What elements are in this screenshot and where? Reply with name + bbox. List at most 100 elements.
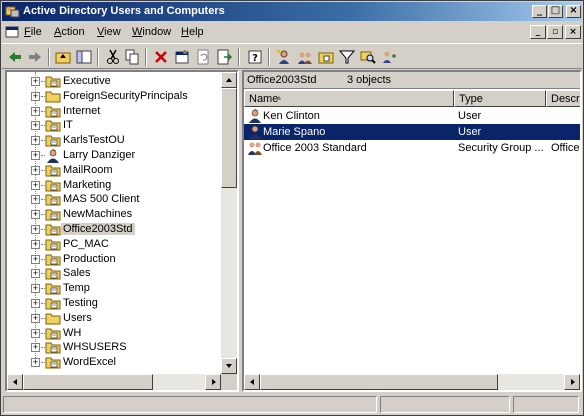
expand-plus-icon[interactable]: + — [31, 313, 40, 323]
tree-item[interactable]: + PC_MAC — [7, 237, 221, 252]
tree-item-label: Marketing — [63, 178, 112, 191]
tree-item-label: Executive — [63, 75, 111, 87]
tree-hscroll-thumb[interactable] — [23, 374, 153, 390]
new-ou-icon[interactable] — [317, 48, 335, 66]
back-icon[interactable] — [6, 48, 24, 66]
menu-file[interactable]: File — [24, 26, 42, 38]
child-close-button[interactable]: × — [565, 25, 581, 39]
tree-item[interactable]: + Office2003Std — [7, 222, 221, 237]
tree-vertical-scrollbar[interactable] — [221, 72, 237, 374]
up-folder-icon[interactable] — [54, 48, 72, 66]
expand-plus-icon[interactable]: + — [31, 106, 40, 116]
delete-icon[interactable] — [152, 48, 170, 66]
tree-item[interactable]: + MailRoom — [7, 163, 221, 178]
column-header-type[interactable]: Type — [454, 90, 546, 107]
add-to-group-icon[interactable] — [380, 48, 398, 66]
tree-item[interactable]: + IT — [7, 118, 221, 133]
expand-plus-icon[interactable]: + — [31, 165, 40, 175]
child-minimize-button[interactable]: _ — [530, 25, 546, 39]
expand-plus-icon[interactable]: + — [31, 239, 40, 249]
tree-item-label: WordExcel — [63, 356, 116, 369]
tree-item[interactable]: + Users — [7, 311, 221, 326]
tree-item-label: WHSUSERS — [63, 341, 127, 354]
tree-item[interactable]: + WH — [7, 326, 221, 341]
expand-plus-icon[interactable]: + — [31, 254, 40, 264]
refresh-icon[interactable] — [194, 48, 212, 66]
expand-plus-icon[interactable]: + — [31, 343, 40, 353]
app-window: Active Directory Users and Computers _ □… — [0, 0, 584, 416]
scroll-up-arrow-icon[interactable] — [221, 72, 237, 88]
tree-item[interactable]: + Internet — [7, 104, 221, 119]
scroll-left-arrow-icon[interactable] — [244, 374, 260, 390]
child-restore-button[interactable]: ▫ — [547, 25, 563, 39]
forward-icon[interactable] — [26, 48, 44, 66]
expand-plus-icon[interactable]: + — [31, 195, 40, 205]
maximize-button[interactable]: □ — [548, 5, 563, 18]
tree-pane[interactable]: + Executive + ForeignSecurityPrincipals + Int… — [5, 70, 239, 392]
copy-icon[interactable] — [123, 48, 141, 66]
expand-plus-icon[interactable]: + — [31, 225, 40, 234]
expand-plus-icon[interactable]: + — [31, 151, 40, 160]
filter-icon[interactable] — [338, 48, 356, 66]
expand-plus-icon[interactable]: + — [31, 299, 40, 308]
tree-item[interactable]: + WordExcel — [7, 355, 221, 370]
export-list-icon[interactable] — [215, 48, 233, 66]
tree-item[interactable]: + MAS 500 Client — [7, 192, 221, 207]
expand-plus-icon[interactable]: + — [31, 269, 40, 279]
expand-plus-icon[interactable]: + — [31, 180, 40, 190]
list-item[interactable]: Office 2003 Standard Security Group ... Of… — [244, 140, 580, 156]
menu-action[interactable]: Action — [54, 26, 85, 38]
tree-item-label: MAS 500 Client — [63, 193, 140, 206]
show-tree-icon[interactable] — [75, 48, 93, 66]
expand-plus-icon[interactable]: + — [31, 121, 40, 131]
scroll-right-arrow-icon[interactable] — [564, 374, 580, 390]
details-hscroll-thumb[interactable] — [260, 374, 498, 390]
tree-item[interactable]: + KarlsTestOU — [7, 133, 221, 148]
expand-plus-icon[interactable]: + — [31, 328, 40, 338]
tree-item[interactable]: + ForeignSecurityPrincipals — [7, 89, 221, 104]
scroll-down-arrow-icon[interactable] — [221, 358, 237, 374]
tree-item[interactable]: + Sales — [7, 266, 221, 281]
column-header-description[interactable]: Descrip — [546, 90, 580, 107]
menu-window[interactable]: Window — [132, 26, 171, 38]
tree-scroll-thumb[interactable] — [221, 88, 237, 188]
list-item[interactable]: Ken Clinton User — [244, 108, 580, 124]
cut-icon[interactable] — [104, 48, 122, 66]
tree-item[interactable]: + NewMachines — [7, 207, 221, 222]
tree-item[interactable]: + Temp — [7, 281, 221, 296]
scroll-left-arrow-icon[interactable] — [7, 374, 23, 390]
console-window-icon[interactable] — [5, 25, 19, 39]
expand-plus-icon[interactable]: + — [31, 284, 40, 294]
menu-help[interactable]: Help — [181, 26, 204, 38]
tree-item[interactable]: + Marketing — [7, 178, 221, 193]
container-info-bar: Office2003Std 3 objects — [244, 72, 580, 89]
expand-plus-icon[interactable]: + — [31, 210, 40, 220]
menu-view[interactable]: View — [97, 26, 121, 38]
tree-item[interactable]: + Production — [7, 252, 221, 267]
title-bar[interactable]: Active Directory Users and Computers _ □… — [2, 2, 582, 21]
help-icon[interactable]: ? — [246, 48, 264, 66]
tree-item[interactable]: + Executive — [7, 74, 221, 89]
expand-plus-icon[interactable]: + — [31, 77, 40, 86]
expand-plus-icon[interactable]: + — [31, 91, 40, 101]
new-group-icon[interactable] — [296, 48, 314, 66]
scroll-right-arrow-icon[interactable] — [205, 374, 221, 390]
properties-icon[interactable] — [173, 48, 191, 66]
close-button[interactable]: × — [566, 5, 581, 18]
user-icon — [247, 124, 263, 140]
expand-plus-icon[interactable]: + — [31, 136, 40, 146]
minimize-button[interactable]: _ — [532, 5, 547, 18]
new-user-icon[interactable] — [275, 48, 293, 66]
tree-item-label: Users — [63, 311, 92, 324]
column-header-name[interactable]: Name ▲ — [244, 90, 454, 107]
tree-item[interactable]: + WHSUSERS — [7, 340, 221, 355]
tree-item[interactable]: + Larry Danziger — [7, 148, 221, 163]
expand-plus-icon[interactable]: + — [31, 358, 40, 368]
find-icon[interactable] — [359, 48, 377, 66]
details-pane[interactable]: Office2003Std 3 objects Name ▲ Type Desc… — [242, 70, 582, 392]
sort-ascending-icon: ▲ — [275, 93, 283, 102]
list-item[interactable]: Marie Spano User — [244, 124, 580, 140]
tree-item[interactable]: + Testing — [7, 296, 221, 311]
tree-horizontal-scrollbar[interactable] — [7, 374, 221, 390]
details-horizontal-scrollbar[interactable] — [244, 374, 580, 390]
